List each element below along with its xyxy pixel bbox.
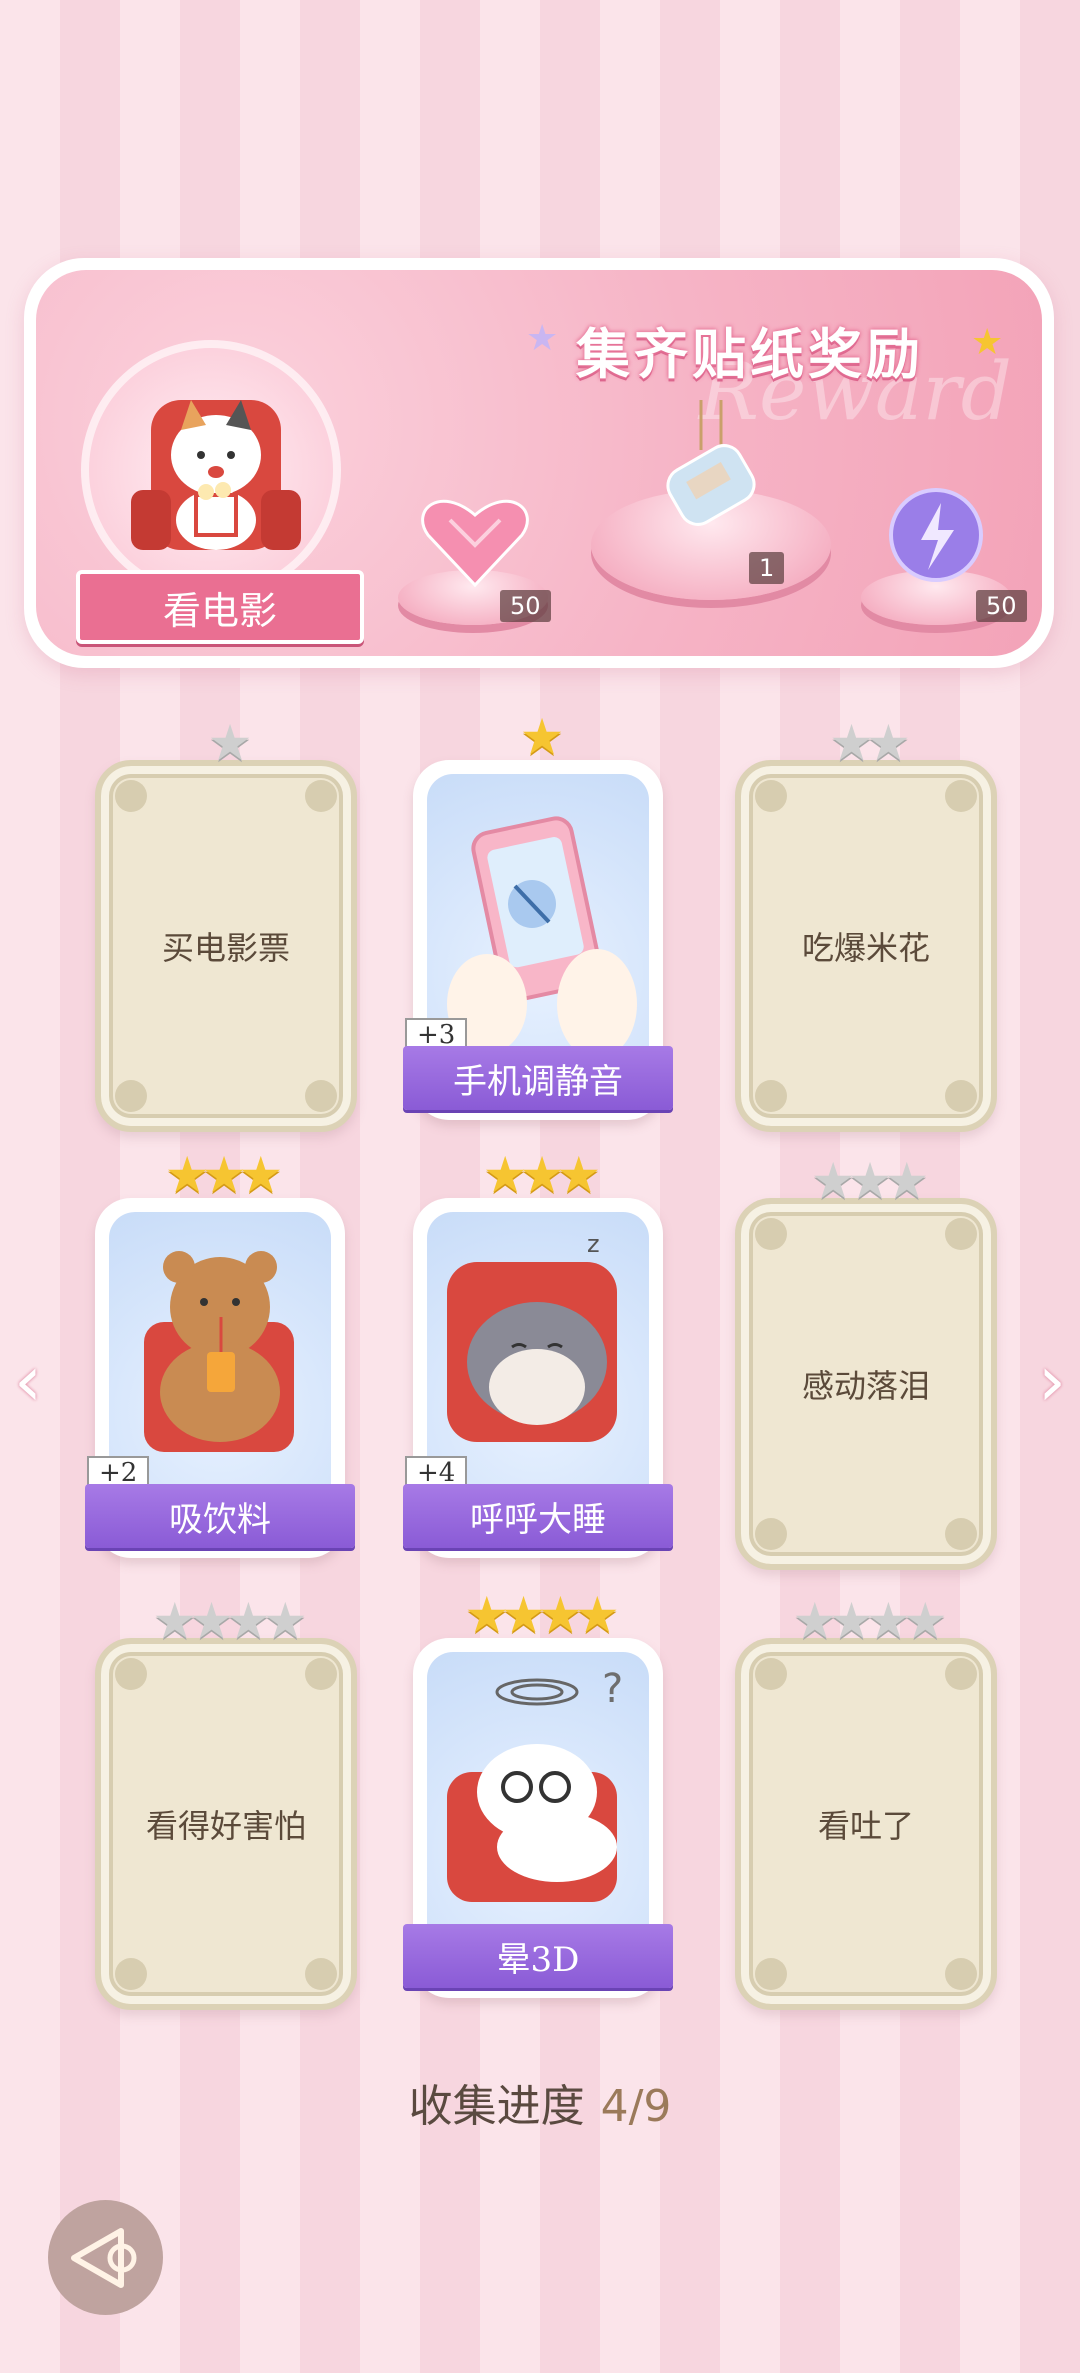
card-stars: ★ [519,708,565,766]
reward-banner: Reward ★ ★ 集齐贴纸奖励 看电影 50 1 50 [24,258,1054,668]
card-stars: ★★ [829,714,911,772]
sticker-card-sleep[interactable]: ★★★ z +4 呼呼大睡 [403,1150,673,1558]
card-corner [755,1958,787,1990]
card-label: 看吐了 [817,1807,914,1845]
svg-text:z: z [587,1230,600,1258]
progress-value: 4/9 [600,2081,672,2132]
sticker-card-buy-ticket[interactable]: ★ 买电影票 [95,718,357,1132]
card-label: 看得好害怕 [145,1807,306,1845]
card-label: 手机调静音 [403,1046,673,1110]
reward-count: 1 [749,552,785,584]
card-corner [945,1518,977,1550]
card-stars: ★★★ [482,1146,601,1204]
sticker-card-phone-silent[interactable]: ★ +3 手机调静音 [403,712,673,1120]
next-page-chevron-right-icon[interactable]: › [1038,1340,1066,1422]
card-corner [755,1080,787,1112]
card-corner [945,1958,977,1990]
bottle-charm-icon [666,400,756,526]
card-corner [115,780,147,812]
card-corner [115,1080,147,1112]
sticker-card-tears[interactable]: ★★★ 感动落泪 [735,1156,997,1570]
card-corner [305,1080,337,1112]
card-stars: ★★★ [164,1146,283,1204]
movie-label: 看电影 [76,570,364,644]
card-stars: ★ [207,714,253,772]
card-stars: ★★★★ [152,1592,307,1650]
card-label: 吸饮料 [85,1484,355,1548]
sticker-card-3d-dizzy[interactable]: ★★★★ ? 晕3D [403,1590,673,1998]
card-corner [755,1658,787,1690]
pink-heart-gem-icon [421,499,529,588]
reward-count: 50 [500,590,551,622]
card-stars: ★★★★ [464,1586,619,1644]
svg-text:?: ? [602,1666,623,1712]
card-corner [755,1518,787,1550]
purple-star-icon: ★ [526,318,559,359]
card-corner [115,1658,147,1690]
card-label: 呼呼大睡 [403,1484,673,1548]
reward-count: 50 [976,590,1027,622]
prev-page-chevron-left-icon[interactable]: ‹ [14,1340,42,1422]
collection-progress: 收集进度 4/9 [0,2070,1080,2134]
card-corner [305,1658,337,1690]
cat-in-cinema-seat-icon [131,400,301,550]
card-corner [945,780,977,812]
reward-banner-background: Reward ★ ★ 集齐贴纸奖励 看电影 50 1 50 [36,270,1042,656]
card-corner [755,1218,787,1250]
banner-title: 集齐贴纸奖励 [576,323,924,386]
card-corner [945,1658,977,1690]
gold-star-icon: ★ [971,322,1004,363]
progress-label: 收集进度 [408,2081,585,2132]
card-corner [305,1958,337,1990]
movie-badge[interactable] [81,340,341,600]
sticker-card-scared[interactable]: ★★★★ 看得好害怕 [95,1596,357,2010]
card-stars: ★★★★ [792,1592,947,1650]
back-arrow-icon [70,2227,136,2288]
back-button[interactable] [48,2200,163,2315]
lightning-orb-icon [889,488,983,582]
card-label: 买电影票 [161,929,290,967]
dizzy-cat-3d-glasses-icon: ? [447,1666,623,1902]
card-corner [945,1218,977,1250]
card-label: 晕3D [403,1924,673,1988]
card-stars: ★★★ [810,1152,929,1210]
sticker-card-drink[interactable]: ★★★ +2 吸饮料 [85,1150,355,1558]
card-label: 感动落泪 [801,1367,930,1405]
card-corner [115,1958,147,1990]
card-corner [755,780,787,812]
card-corner [305,780,337,812]
sticker-card-motion-sick[interactable]: ★★★★ 看吐了 [735,1596,997,2010]
card-corner [945,1080,977,1112]
sticker-card-eat-popcorn[interactable]: ★★ 吃爆米花 [735,718,997,1132]
card-label: 吃爆米花 [801,929,930,967]
